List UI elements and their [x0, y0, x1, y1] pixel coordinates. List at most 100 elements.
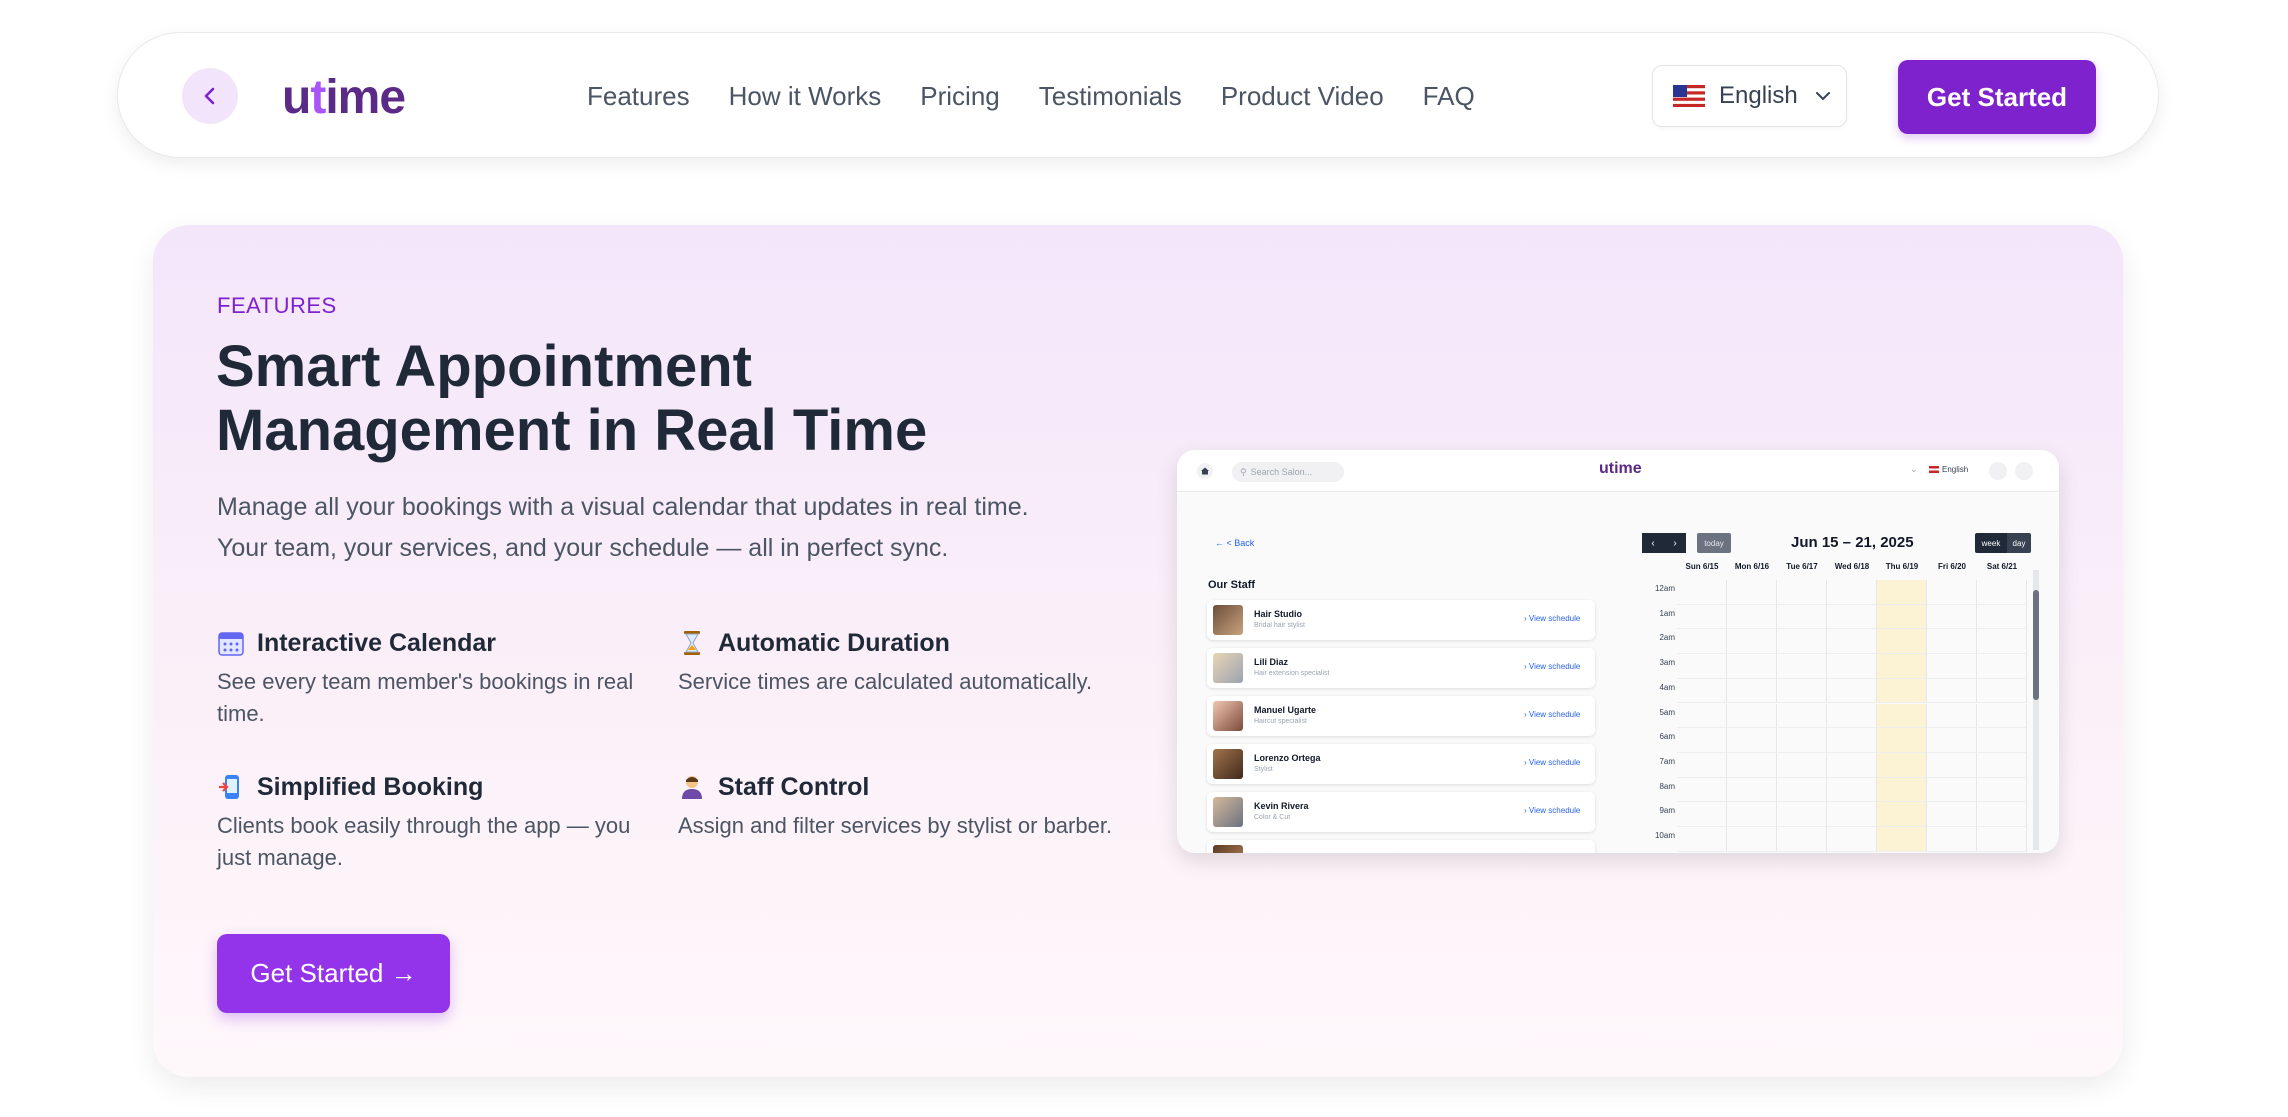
preview-staff-row-partial	[1207, 840, 1595, 853]
calendar-cell	[1827, 703, 1877, 729]
user-icon	[1989, 462, 2007, 480]
calendar-cell	[1777, 678, 1827, 704]
calendar-cell	[1777, 580, 1827, 605]
calendar-cell	[1977, 752, 2027, 778]
chevron-down-icon: ⌄	[1910, 464, 1918, 474]
logo-suffix: ime	[325, 71, 406, 124]
calendar-cell	[1927, 678, 1977, 704]
nav-link-features[interactable]: Features	[587, 81, 690, 112]
feature-desc: Service times are calculated automatical…	[678, 669, 1093, 694]
day-view-button: day	[2007, 533, 2031, 553]
avatar	[1213, 845, 1243, 853]
calendar-day-header: Mon 6/16	[1734, 562, 1770, 571]
calendar-cell	[1877, 728, 1927, 753]
hero-subtext: Manage all your bookings with a visual c…	[217, 487, 1117, 569]
nav-link-pricing[interactable]: Pricing	[920, 81, 999, 112]
calendar-cell	[1977, 728, 2027, 753]
calendar-cell	[1977, 654, 2027, 679]
calendar-cell	[1927, 703, 1977, 729]
feature-simplified-booking: Simplified Booking Clients book easily t…	[217, 770, 657, 874]
calendar-scrollbar	[2033, 570, 2039, 850]
logo-prefix: u	[282, 71, 311, 124]
staff-name: Lorenzo Ortega	[1254, 753, 1321, 763]
chevron-left-icon	[204, 87, 215, 105]
back-button[interactable]	[182, 68, 238, 124]
staff-role: Hair extension specialist	[1254, 670, 1330, 677]
calendar-cell	[1977, 802, 2027, 827]
top-navbar: utime Features How it Works Pricing Test…	[117, 32, 2159, 158]
us-flag-icon	[1673, 85, 1705, 107]
calendar-cell	[1727, 728, 1777, 753]
calendar-cell	[1877, 703, 1927, 729]
calendar-cell	[1677, 580, 1727, 605]
calendar-cell	[1927, 827, 1977, 852]
phone-booking-icon	[219, 775, 239, 799]
view-schedule-link: › View schedule	[1524, 662, 1581, 671]
calendar-cell	[1677, 777, 1727, 803]
calendar-cell	[1927, 802, 1977, 827]
calendar-cell	[1777, 654, 1827, 679]
calendar-cell	[1827, 604, 1877, 630]
calendar-cell	[1677, 678, 1727, 704]
home-icon	[1197, 463, 1213, 479]
get-started-button[interactable]: Get Started	[1898, 60, 2096, 134]
calendar-cell	[1777, 728, 1827, 753]
calendar-hour-label: 5am	[1659, 707, 1675, 717]
logo[interactable]: utime	[282, 63, 406, 133]
nav-link-testimonials[interactable]: Testimonials	[1039, 81, 1182, 112]
feature-title: Automatic Duration	[718, 628, 950, 657]
calendar-cell	[1727, 802, 1777, 827]
calendar-date-range: Jun 15 – 21, 2025	[1791, 534, 1914, 551]
calendar-cell	[1927, 752, 1977, 778]
calendar-cell	[1727, 752, 1777, 778]
calendar-cell	[1877, 752, 1927, 778]
next-week-button: ›	[1664, 533, 1686, 553]
preview-search-placeholder: Search Salon...	[1250, 467, 1313, 477]
preview-topbar: ⚲ Search Salon... utime ⌄ English	[1177, 450, 2059, 492]
calendar-cell	[1827, 678, 1877, 704]
feature-interactive-calendar: Interactive Calendar See every team memb…	[217, 626, 657, 730]
calendar-day-header: Sun 6/15	[1685, 562, 1719, 571]
calendar-cell	[1977, 777, 2027, 803]
calendar-cell	[1927, 580, 1977, 605]
calendar-day-header: Tue 6/17	[1786, 562, 1818, 571]
calendar-hour-label: 12am	[1654, 584, 1675, 593]
staff-role: Haircut specialist	[1254, 718, 1307, 725]
calendar-cell	[1977, 629, 2027, 655]
calendar-cell	[1977, 678, 2027, 704]
section-kicker: FEATURES	[217, 293, 337, 318]
calendar-cell	[1927, 728, 1977, 753]
headline-line-2: Management in Real Time	[216, 398, 928, 463]
calendar-cell	[1877, 827, 1927, 852]
language-selector[interactable]: English	[1652, 65, 1847, 127]
calendar-day-header: Thu 6/19	[1885, 562, 1919, 571]
calendar-hour-label: 10am	[1654, 831, 1675, 840]
calendar-cell	[1677, 604, 1727, 630]
calendar-cell	[1727, 703, 1777, 729]
staff-name: Manuel Ugarte	[1254, 705, 1317, 715]
calendar-cell	[1977, 604, 2027, 630]
calendar-cell	[1827, 777, 1877, 803]
nav-link-how-it-works[interactable]: How it Works	[729, 81, 882, 112]
hero-get-started-button[interactable]: Get Started →	[217, 934, 450, 1013]
avatar	[1213, 797, 1243, 827]
subtext-line-2: Your team, your services, and your sched…	[217, 534, 949, 562]
person-icon	[682, 776, 702, 799]
calendar-cell	[1677, 728, 1727, 753]
preview-search-input: ⚲ Search Salon...	[1232, 462, 1344, 482]
calendar-hour-label: 8am	[1659, 781, 1675, 791]
avatar	[1213, 701, 1243, 731]
logout-icon	[2015, 462, 2033, 480]
staff-name: Kevin Rivera	[1254, 801, 1309, 811]
nav-link-faq[interactable]: FAQ	[1423, 81, 1475, 112]
calendar-cell	[1777, 752, 1827, 778]
nav-link-product-video[interactable]: Product Video	[1221, 81, 1384, 112]
calendar-cell	[1827, 728, 1877, 753]
features-hero-card: FEATURES Smart Appointment Management in…	[153, 225, 2123, 1077]
headline-line-1: Smart Appointment	[216, 334, 752, 399]
calendar-cell	[1927, 654, 1977, 679]
calendar-cell	[1777, 604, 1827, 630]
calendar-hour-label: 3am	[1659, 658, 1675, 668]
calendar-cell	[1927, 777, 1977, 803]
search-icon: ⚲	[1240, 466, 1247, 477]
